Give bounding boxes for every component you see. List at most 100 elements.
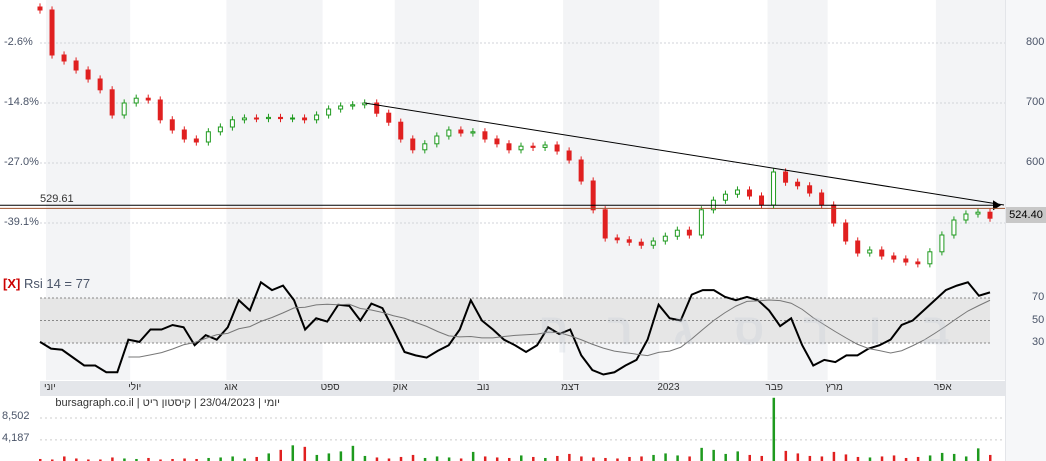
candle-body — [386, 112, 392, 123]
candle-body — [746, 189, 752, 197]
volume-bar — [580, 456, 583, 461]
candle-body — [350, 104, 356, 107]
candle-body — [734, 189, 740, 195]
candle-body — [278, 116, 284, 120]
volume-bar — [532, 456, 535, 461]
reference-line-label: 529.61 — [40, 193, 74, 206]
volume-bar — [652, 454, 655, 461]
volume-bar — [976, 448, 980, 461]
volume-bar — [940, 452, 944, 461]
volume-bar — [471, 451, 475, 461]
candle-body — [37, 6, 43, 11]
candle-body — [229, 119, 235, 128]
candle-body — [951, 219, 957, 236]
candle-body — [662, 235, 668, 242]
volume-bar — [916, 456, 920, 461]
month-label: ספט — [320, 382, 340, 393]
chart-canvas — [0, 0, 1005, 461]
candle-body — [831, 204, 837, 224]
volume-bar — [351, 445, 355, 461]
volume-bar — [964, 456, 968, 461]
watermark-logo: בורסגרף — [538, 305, 990, 354]
candle-body — [217, 126, 223, 133]
volume-bar — [844, 454, 848, 461]
candle-body — [314, 114, 320, 121]
volume-bar — [363, 455, 367, 461]
volume-bar — [483, 456, 487, 461]
candle-body — [867, 249, 873, 254]
volume-bar — [952, 453, 956, 461]
volume-bar — [688, 456, 691, 461]
candle-body — [290, 117, 296, 120]
candle-body — [674, 229, 680, 237]
volume-bar — [892, 455, 896, 461]
volume-bar — [279, 449, 283, 461]
volume-bar — [700, 447, 703, 461]
price-tick-label: 700 — [1026, 96, 1045, 108]
percent-label: -39.1% — [4, 216, 39, 228]
price-tick-label: 800 — [1026, 36, 1045, 48]
candle-body — [795, 181, 801, 187]
candle-body — [542, 144, 548, 148]
candle-body — [157, 99, 163, 121]
volume-bar — [495, 457, 499, 461]
percent-label: -14.8% — [4, 96, 39, 108]
candle-body — [470, 131, 476, 134]
candle-body — [241, 117, 247, 121]
candle-body — [506, 143, 512, 151]
candle-body — [614, 237, 620, 241]
candle-body — [145, 97, 151, 101]
rsi-title: [X] Rsi 14 = 77 — [3, 276, 90, 291]
candle-body — [410, 138, 416, 151]
candle-body — [169, 119, 175, 131]
candle-body — [121, 102, 127, 116]
candle-body — [302, 117, 308, 121]
volume-bar — [327, 453, 331, 461]
candle-body — [518, 145, 524, 151]
volume-bar — [315, 454, 319, 461]
candle-body — [686, 229, 692, 236]
candle-body — [626, 239, 632, 243]
rsi-tick-label: 70 — [1032, 291, 1045, 303]
volume-bar — [111, 457, 114, 461]
volume-bar — [832, 451, 836, 461]
month-label: אוק — [392, 382, 408, 393]
candle-body — [181, 129, 187, 140]
candle-body — [133, 97, 139, 104]
candle-body — [722, 193, 728, 201]
candle-body — [554, 144, 560, 152]
current-price-tag: 524.40 — [1006, 207, 1046, 223]
candle-body — [963, 213, 969, 221]
volume-bar — [592, 457, 595, 461]
volume-bar — [568, 453, 571, 461]
month-label: אפר — [933, 382, 952, 393]
volume-bar — [640, 456, 643, 461]
price-tick-label: 600 — [1026, 156, 1045, 168]
rsi-tick-label: 50 — [1032, 313, 1045, 326]
candle-body — [975, 211, 981, 215]
rsi-close-button[interactable]: [X] — [3, 276, 20, 291]
volume-bar — [796, 453, 800, 461]
candle-body — [566, 150, 572, 161]
percent-label: -27.0% — [4, 156, 39, 168]
candle-body — [638, 241, 644, 246]
candle-body — [97, 78, 103, 91]
volume-bar — [267, 453, 270, 461]
candle-body — [482, 131, 488, 140]
candle-body — [650, 240, 656, 246]
time-axis-band — [40, 381, 1005, 396]
rsi-label: Rsi 14 = 77 — [23, 276, 91, 291]
volume-bar — [989, 454, 992, 461]
volume-tick-label: 4,187 — [2, 431, 30, 444]
month-label: יוני — [44, 382, 56, 393]
candle-body — [338, 105, 344, 110]
percent-label: -2.6% — [4, 36, 33, 48]
candle-body — [783, 171, 789, 183]
month-label: אוג — [224, 382, 238, 393]
volume-bar — [399, 456, 403, 461]
volume-bar — [291, 445, 295, 461]
candle-body — [265, 116, 271, 120]
candle-body — [422, 143, 428, 151]
volume-bar — [520, 455, 523, 461]
volume-bar — [760, 455, 764, 461]
